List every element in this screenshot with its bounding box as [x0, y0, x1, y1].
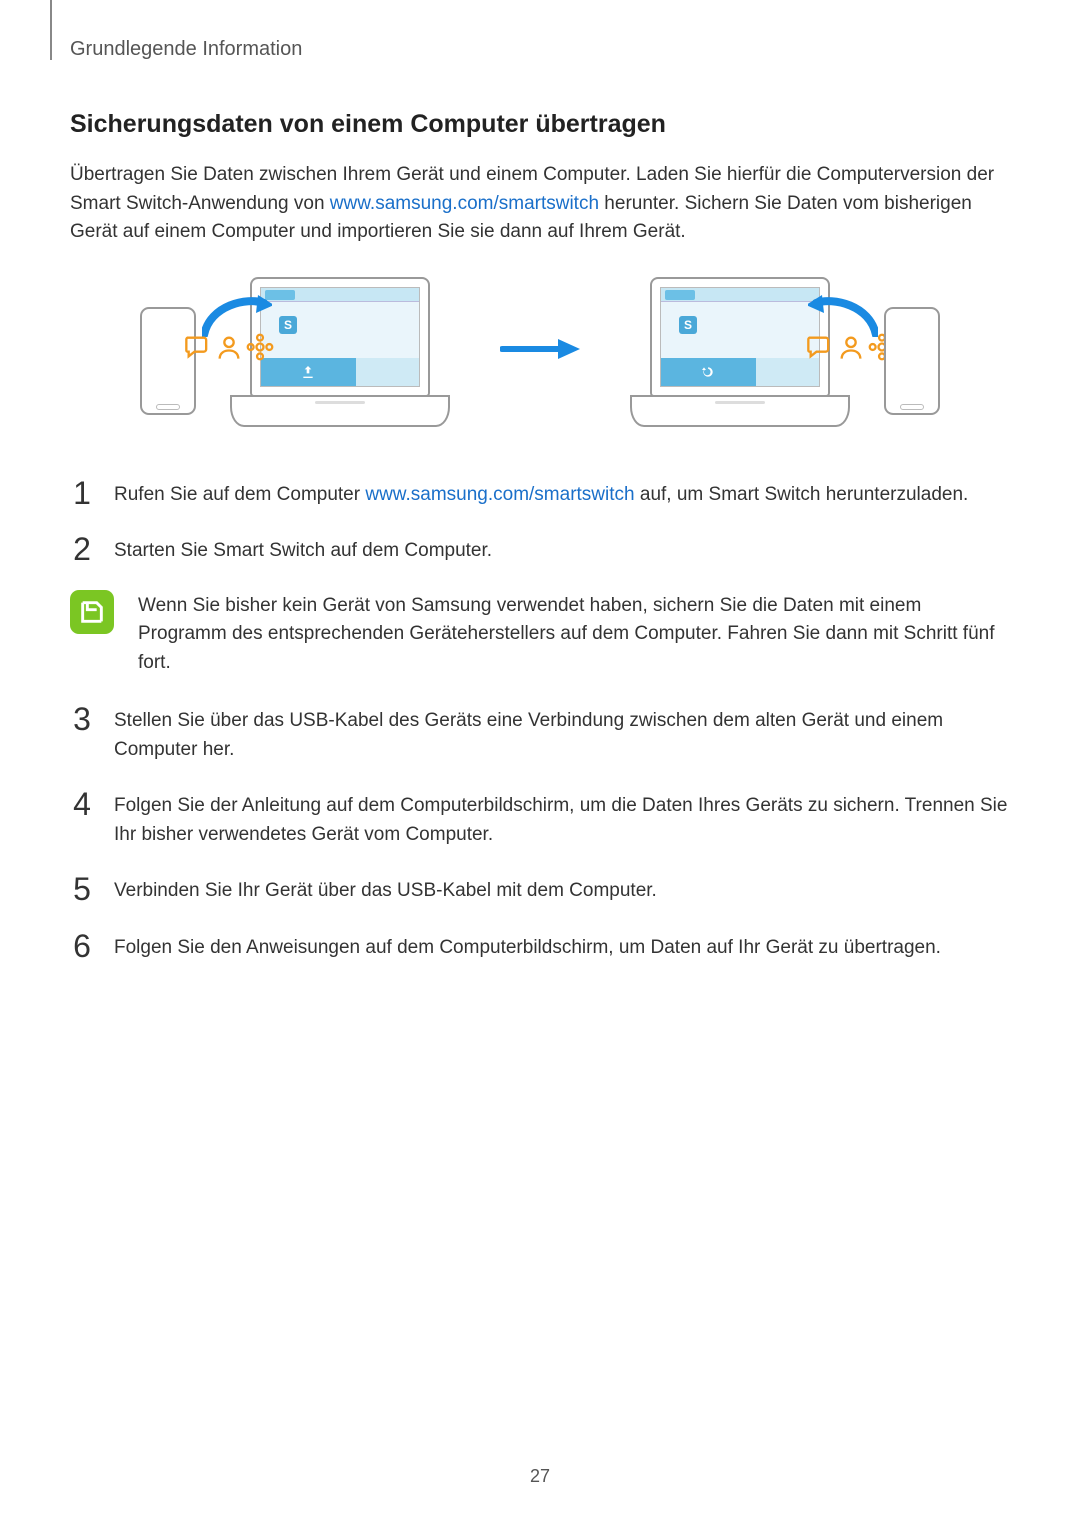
- step-1-text-post: auf, um Smart Switch herunterzuladen.: [635, 484, 969, 505]
- curve-arrow-icon: [202, 295, 272, 337]
- chat-bubble-icon: [806, 333, 834, 361]
- breadcrumb: Grundlegende Information: [70, 38, 302, 61]
- smartswitch-link[interactable]: www.samsung.com/smartswitch: [330, 193, 599, 214]
- data-types-icons-left: [184, 333, 274, 361]
- step-6-text: Folgen Sie den Anweisungen auf dem Compu…: [114, 930, 941, 963]
- step-number: 2: [70, 533, 94, 565]
- info-note: Wenn Sie bisher kein Gerät von Samsung v…: [70, 590, 1010, 678]
- step-1-text-pre: Rufen Sie auf dem Computer: [114, 484, 365, 505]
- step-3-text: Stellen Sie über das USB-Kabel des Gerät…: [114, 703, 1010, 764]
- settings-flower-icon: [246, 333, 274, 361]
- arrow-right-icon: [500, 339, 580, 359]
- step-4: 4 Folgen Sie der Anleitung auf dem Compu…: [70, 788, 1010, 849]
- step-number: 6: [70, 930, 94, 962]
- smartswitch-app-icon: S: [279, 316, 297, 334]
- step-number: 1: [70, 477, 94, 509]
- curve-arrow-icon: [808, 295, 878, 337]
- step-2: 2 Starten Sie Smart Switch auf dem Compu…: [70, 533, 1010, 566]
- step-2-text: Starten Sie Smart Switch auf dem Compute…: [114, 533, 492, 566]
- data-types-icons-right: [806, 333, 896, 361]
- step-1: 1 Rufen Sie auf dem Computer www.samsung…: [70, 477, 1010, 510]
- step-number: 4: [70, 788, 94, 820]
- step-5: 5 Verbinden Sie Ihr Gerät über das USB-K…: [70, 873, 1010, 906]
- step-5-text: Verbinden Sie Ihr Gerät über das USB-Kab…: [114, 873, 657, 906]
- step-4-text: Folgen Sie der Anleitung auf dem Compute…: [114, 788, 1010, 849]
- smartswitch-link[interactable]: www.samsung.com/smartswitch: [365, 484, 634, 505]
- contact-icon: [837, 333, 865, 361]
- section-divider: [50, 0, 52, 60]
- contact-icon: [215, 333, 243, 361]
- transfer-illustration: S S: [140, 277, 940, 447]
- step-number: 5: [70, 873, 94, 905]
- steps-list: 1 Rufen Sie auf dem Computer www.samsung…: [70, 477, 1010, 963]
- section-heading: Sicherungsdaten von einem Computer übert…: [70, 110, 1010, 139]
- smartswitch-app-icon: S: [679, 316, 697, 334]
- note-icon: [70, 590, 114, 634]
- note-text: Wenn Sie bisher kein Gerät von Samsung v…: [138, 590, 1010, 678]
- chat-bubble-icon: [184, 333, 212, 361]
- step-6: 6 Folgen Sie den Anweisungen auf dem Com…: [70, 930, 1010, 963]
- new-phone-icon: [884, 307, 940, 415]
- step-number: 3: [70, 703, 94, 735]
- page-content: Sicherungsdaten von einem Computer übert…: [70, 100, 1010, 986]
- page-number: 27: [0, 1466, 1080, 1487]
- old-phone-icon: [140, 307, 196, 415]
- step-3: 3 Stellen Sie über das USB-Kabel des Ger…: [70, 703, 1010, 764]
- intro-paragraph: Übertragen Sie Daten zwischen Ihrem Gerä…: [70, 161, 1010, 247]
